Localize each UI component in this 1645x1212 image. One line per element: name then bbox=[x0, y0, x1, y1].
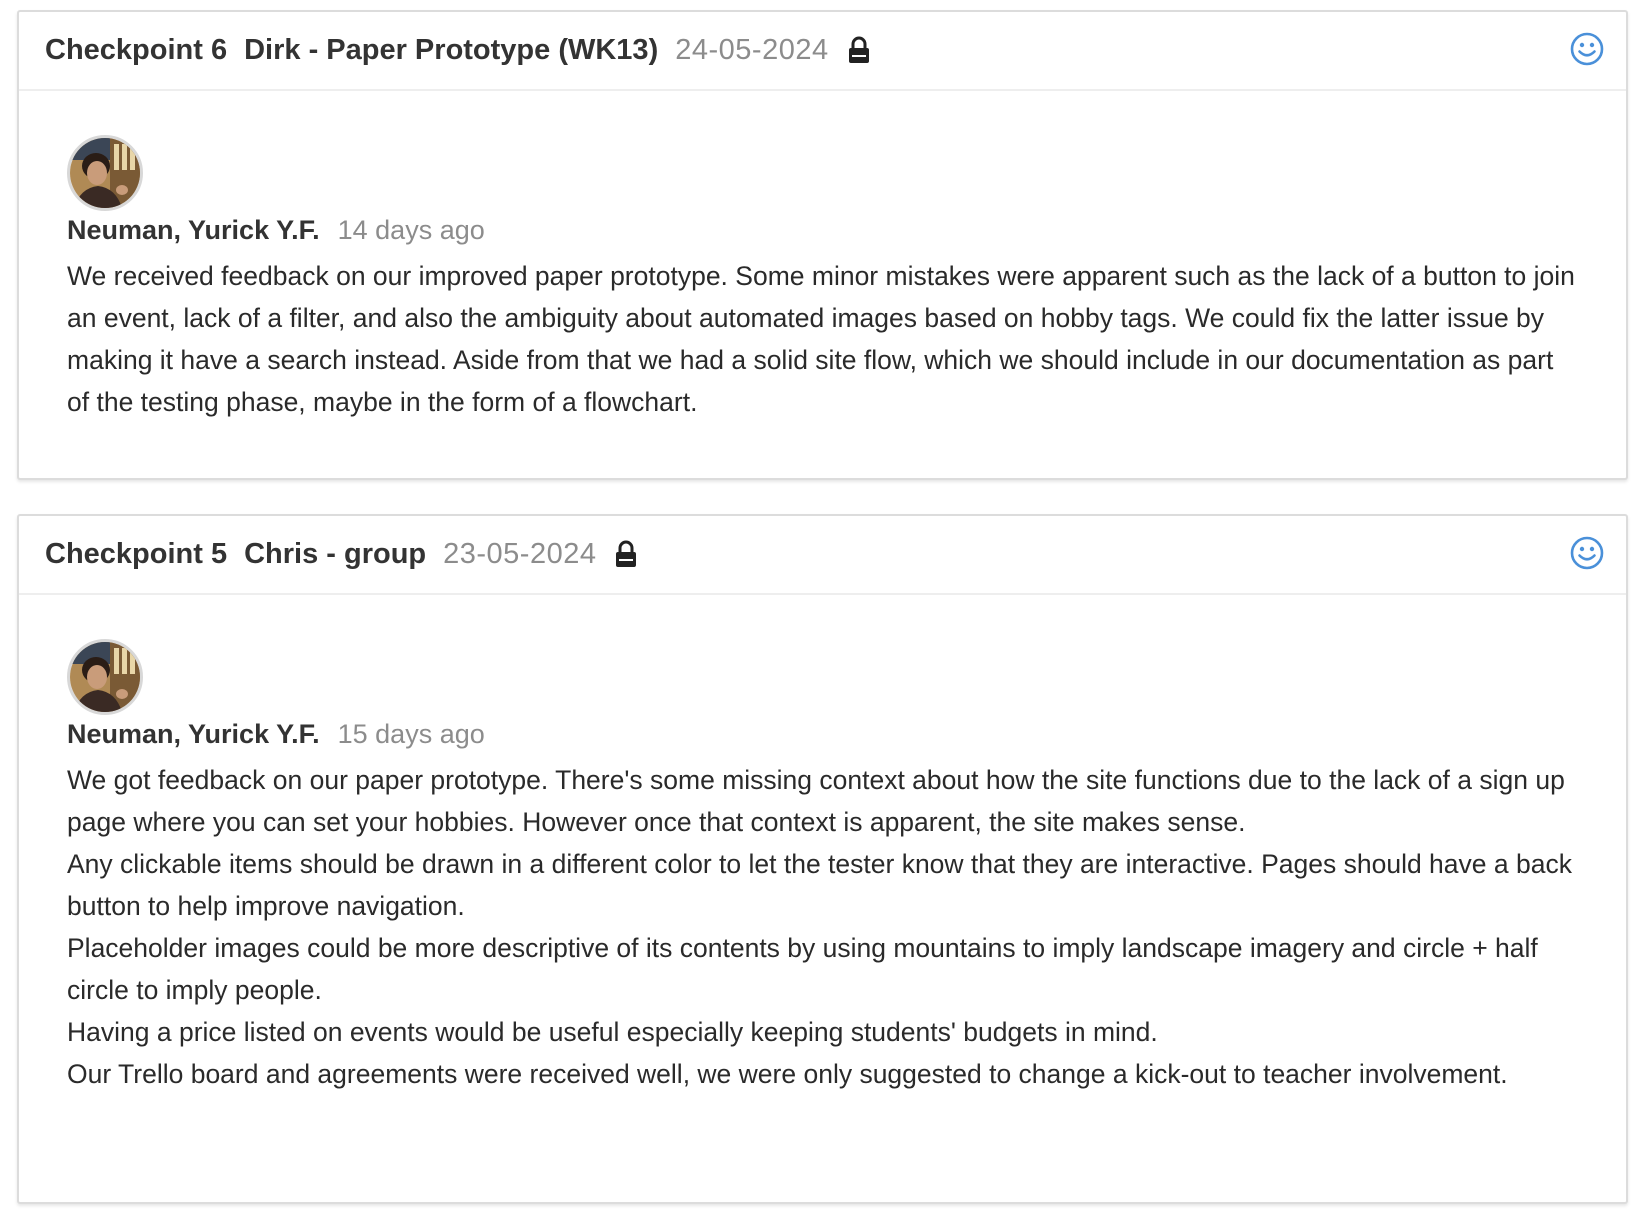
checkpoint-header: Checkpoint 6 Dirk - Paper Prototype (WK1… bbox=[19, 12, 1626, 91]
message-paragraph: We got feedback on our paper prototype. … bbox=[67, 765, 1565, 837]
avatar[interactable] bbox=[67, 135, 143, 211]
feedback-entry: Neuman, Yurick Y.F. 15 days ago We got f… bbox=[19, 595, 1626, 1095]
smiley-icon[interactable] bbox=[1570, 536, 1604, 570]
checkpoint-label: Checkpoint 6 bbox=[45, 34, 228, 66]
author-name[interactable]: Neuman, Yurick Y.F. bbox=[67, 719, 320, 750]
checkpoint-card: Checkpoint 6 Dirk - Paper Prototype (WK1… bbox=[17, 10, 1628, 480]
feedback-message: We got feedback on our paper prototype. … bbox=[67, 759, 1600, 1095]
message-paragraph: Placeholder images could be more descrip… bbox=[67, 933, 1538, 1005]
lock-icon bbox=[848, 36, 870, 64]
message-paragraph: Having a price listed on events would be… bbox=[67, 1017, 1158, 1047]
checkpoint-label: Checkpoint 5 bbox=[45, 538, 228, 570]
checkpoint-title[interactable]: Dirk - Paper Prototype (WK13) bbox=[244, 34, 658, 67]
lock-icon bbox=[615, 540, 637, 568]
entry-meta: Neuman, Yurick Y.F. 14 days ago bbox=[67, 215, 1600, 255]
message-paragraph: Any clickable items should be drawn in a… bbox=[67, 849, 1572, 921]
checkpoint-header: Checkpoint 5 Chris - group 23-05-2024 bbox=[19, 516, 1626, 595]
checkpoint-date: 24-05-2024 bbox=[675, 34, 829, 66]
avatar[interactable] bbox=[67, 639, 143, 715]
entry-timestamp: 14 days ago bbox=[337, 215, 485, 245]
author-name[interactable]: Neuman, Yurick Y.F. bbox=[67, 215, 320, 246]
message-paragraph: We received feedback on our improved pap… bbox=[67, 261, 1575, 417]
message-paragraph: Our Trello board and agreements were rec… bbox=[67, 1059, 1508, 1089]
feedback-message: We received feedback on our improved pap… bbox=[67, 255, 1600, 423]
checkpoint-date: 23-05-2024 bbox=[443, 538, 597, 570]
smiley-icon[interactable] bbox=[1570, 32, 1604, 66]
entry-meta: Neuman, Yurick Y.F. 15 days ago bbox=[67, 719, 1600, 759]
checkpoint-title[interactable]: Chris - group bbox=[244, 538, 426, 571]
checkpoint-card: Checkpoint 5 Chris - group 23-05-2024 Ne… bbox=[17, 514, 1628, 1204]
entry-timestamp: 15 days ago bbox=[337, 719, 485, 749]
feedback-entry: Neuman, Yurick Y.F. 14 days ago We recei… bbox=[19, 91, 1626, 423]
